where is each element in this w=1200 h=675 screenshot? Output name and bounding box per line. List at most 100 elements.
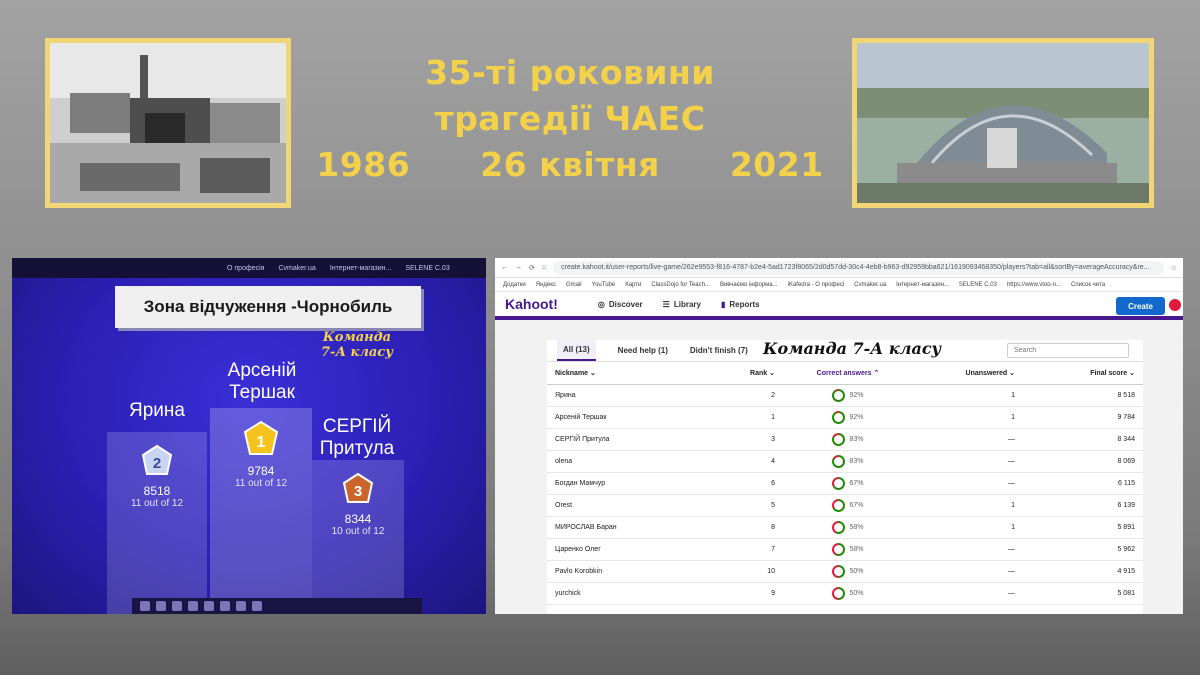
bookmark[interactable]: Вивчаємо інформа... (720, 282, 778, 288)
bookmark[interactable]: Додатки (503, 282, 526, 288)
tab-didnt-finish[interactable]: Didn't finish (7) (690, 346, 748, 355)
player-unanswered: — (913, 428, 1023, 451)
table-row[interactable]: Царенко Олег 7 58% —5 962 (547, 538, 1143, 561)
chevron-down-icon: ⌄ (590, 369, 596, 377)
forward-icon[interactable]: → (515, 264, 522, 271)
player-final-score: 8 518 (1023, 384, 1143, 407)
taskbar-app-icon[interactable] (236, 601, 246, 611)
table-row[interactable]: Ярина 2 92% 1 8 518 (547, 384, 1143, 407)
avatar[interactable] (1169, 299, 1181, 311)
table-row[interactable]: Pavlo Korobkin 10 50% —4 915 (547, 560, 1143, 583)
table-row[interactable]: Арсеній Тершак 1 92% 1 9 784 (547, 406, 1143, 429)
player-correct: 58% (783, 538, 913, 561)
player-unanswered: 1 (913, 384, 1023, 407)
table-row[interactable]: olena 4 83% —8 069 (547, 450, 1143, 473)
kahoot-logo[interactable]: Kahoot! (505, 296, 558, 312)
star-icon[interactable]: ☆ (1171, 264, 1177, 272)
address-bar[interactable]: create.kahoot.it/user-reports/live-game/… (553, 260, 1164, 275)
player-rank: 4 (703, 450, 783, 473)
search-input[interactable] (1007, 343, 1129, 358)
bookmark[interactable]: Cvmaker.ua (854, 282, 886, 288)
taskbar-app-icon[interactable] (204, 601, 214, 611)
nav-discover-label: Discover (608, 299, 643, 309)
taskbar-app-icon[interactable] (156, 601, 166, 611)
taskbar-app-icon[interactable] (140, 601, 150, 611)
rank-2-badge-icon: 2 (141, 444, 173, 475)
title-line-1: 35-ті роковини (425, 53, 715, 92)
third-place-score: 8344 (344, 512, 372, 526)
col-final-score[interactable]: Final score ⌄ (1023, 362, 1143, 385)
podium-tab: Cvmaker.ua (278, 264, 316, 272)
nav-library[interactable]: ☰ Library (663, 300, 701, 309)
nav-library-label: Library (673, 299, 701, 309)
player-unanswered: — (913, 472, 1023, 495)
bookmark[interactable]: Карти (625, 282, 641, 288)
taskbar-app-icon[interactable] (172, 601, 182, 611)
player-nickname: Pavlo Korobkin (547, 560, 703, 583)
player-rank: 9 (703, 582, 783, 605)
tab-all[interactable]: All (13) (557, 340, 596, 361)
accuracy-percent: 58% (849, 545, 864, 553)
accuracy-ring-icon (832, 586, 846, 600)
accuracy-ring-icon (832, 564, 846, 578)
bookmark[interactable]: Яндекс (536, 282, 556, 288)
players-table: Nickname ⌄ Rank ⌄ Correct answers ⌃ Unan… (547, 362, 1143, 605)
taskbar-app-icon[interactable] (220, 601, 230, 611)
podium-tab: О професія (227, 264, 265, 272)
third-place-column: 3 8344 10 out of 12 (312, 460, 404, 614)
player-final-score: 5 891 (1023, 516, 1143, 539)
taskbar-app-icon[interactable] (188, 601, 198, 611)
col-nickname[interactable]: Nickname ⌄ (547, 362, 703, 385)
third-place-name-line-1: СЕРГІЙ (322, 416, 392, 437)
accuracy-ring-icon (832, 498, 846, 512)
bookmark[interactable]: Інтернет-магазин... (896, 282, 949, 288)
player-correct: 67% (783, 494, 913, 517)
table-row[interactable]: yurchick 9 50% —5 081 (547, 582, 1143, 605)
col-final-label: Final score (1090, 369, 1128, 377)
bookmark[interactable]: iKafedra - О професі (788, 282, 845, 288)
accuracy-ring-icon (832, 454, 846, 468)
player-unanswered: 1 (913, 516, 1023, 539)
reload-icon[interactable]: ⟳ (529, 264, 535, 272)
player-rank: 1 (703, 406, 783, 429)
title-dates: 1986 26 квітня 2021 (300, 142, 840, 188)
table-row[interactable]: Orest 5 67% 1 6 139 (547, 494, 1143, 517)
bookmark[interactable]: YouTube (592, 282, 616, 288)
players-panel: All (13) Need help (1) Didn't finish (7)… (547, 339, 1143, 614)
col-correct-label: Correct answers (816, 369, 872, 377)
accuracy-percent: 50% (849, 589, 864, 597)
bookmark[interactable]: Список чита (1071, 282, 1105, 288)
player-correct: 67% (783, 472, 913, 495)
new-safe-confinement-photo (852, 38, 1154, 208)
bookmark[interactable]: SELENE C.03 (959, 282, 997, 288)
bookmark[interactable]: ClassDojo for Teach... (651, 282, 710, 288)
player-nickname: Orest (547, 494, 703, 517)
player-nickname: Богдан Мамчур (547, 472, 703, 495)
home-icon[interactable]: ⌂ (542, 264, 546, 271)
col-rank[interactable]: Rank ⌄ (703, 362, 783, 385)
nav-reports[interactable]: ▮ Reports (721, 300, 760, 309)
podium-tab: Інтернет-магазин... (329, 264, 392, 272)
table-row[interactable]: Богдан Мамчур 6 67% —6 115 (547, 472, 1143, 495)
kahoot-podium-screenshot: О професія Cvmaker.ua Інтернет-магазин..… (12, 258, 486, 614)
title-line-2: трагедії ЧАЕС (434, 99, 706, 138)
create-button[interactable]: Create (1116, 297, 1165, 315)
bookmark[interactable]: https://www.vtoo-n... (1007, 282, 1061, 288)
player-rank: 7 (703, 538, 783, 561)
col-correct-answers[interactable]: Correct answers ⌃ (783, 362, 913, 385)
bookmark[interactable]: Gmail (566, 282, 582, 288)
accuracy-ring-icon (832, 476, 846, 490)
nav-discover[interactable]: ◎ Discover (598, 300, 643, 309)
col-unanswered[interactable]: Unanswered ⌄ (913, 362, 1023, 385)
player-unanswered: — (913, 582, 1023, 605)
player-final-score: 8 069 (1023, 450, 1143, 473)
rank-3-badge-icon: 3 (342, 472, 374, 503)
tab-need-help[interactable]: Need help (1) (618, 346, 668, 355)
taskbar-app-icon[interactable] (252, 601, 262, 611)
table-row[interactable]: МИРОСЛАВ Баран 8 58% 1 5 891 (547, 516, 1143, 539)
table-row[interactable]: СЕРГІЙ Притула 3 83% —8 344 (547, 428, 1143, 451)
accuracy-percent: 58% (849, 523, 864, 531)
back-icon[interactable]: ← (501, 264, 508, 271)
chevron-down-icon: ⌄ (1009, 369, 1015, 377)
player-rank: 8 (703, 516, 783, 539)
